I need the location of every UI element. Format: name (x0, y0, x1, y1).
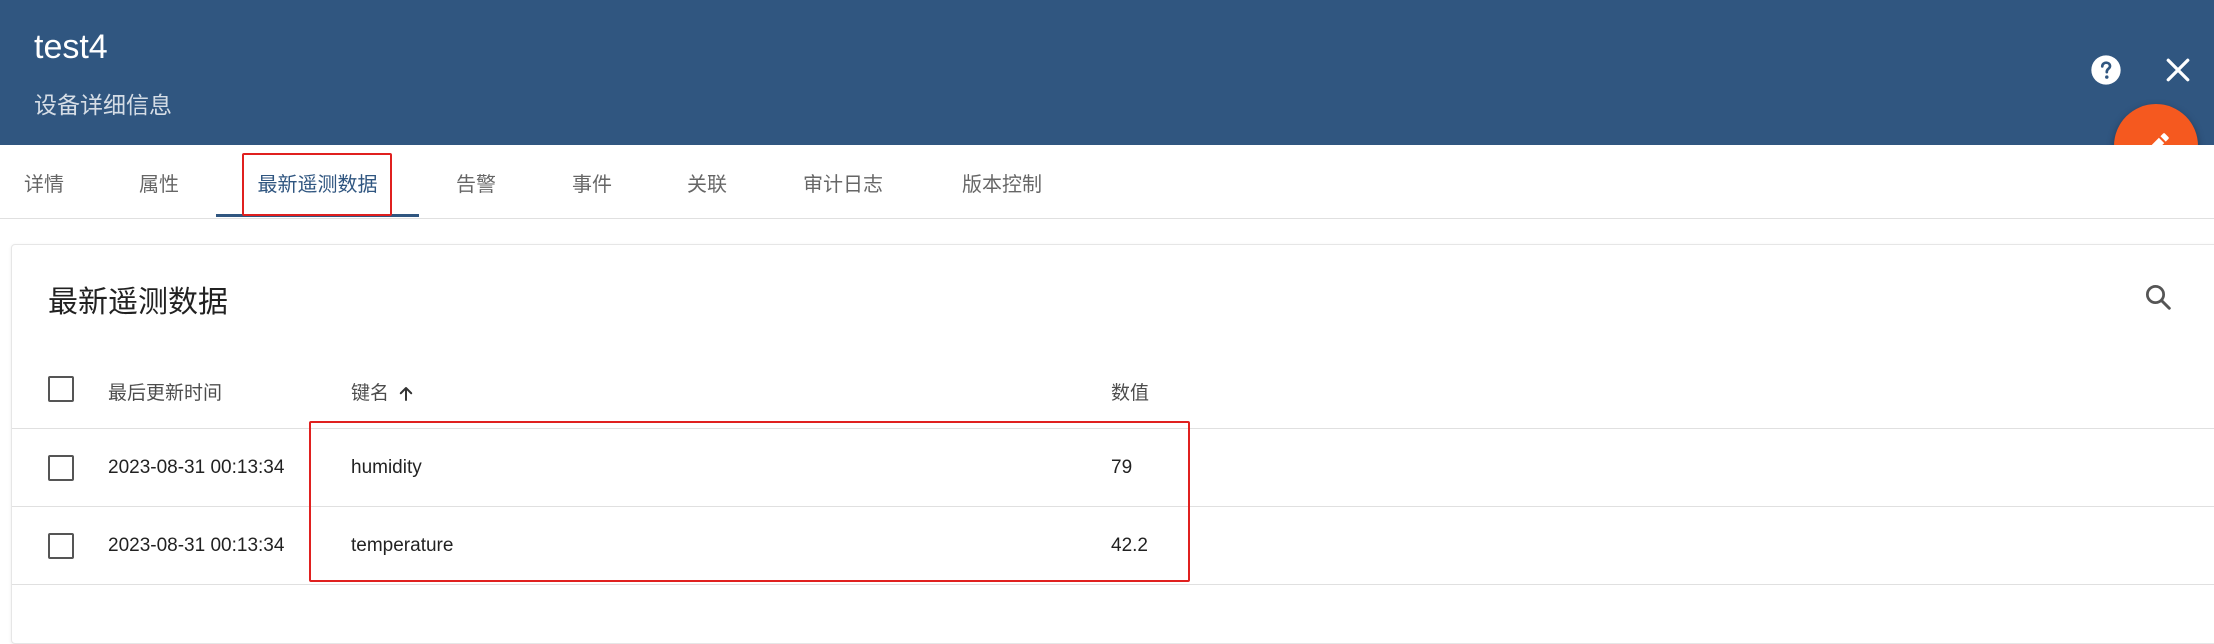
tab-attributes[interactable]: 属性 (109, 145, 209, 219)
device-subtitle: 设备详细信息 (34, 92, 172, 118)
telemetry-card: 最新遥测数据 最后更新时间 键名 数值 2023-08-31 00:13:34 … (11, 244, 2214, 644)
close-icon (2166, 58, 2190, 82)
tab-bar: 详情 属性 最新遥测数据 告警 事件 关联 审计日志 版本控制 (0, 145, 2214, 219)
tab-version-control[interactable]: 版本控制 (937, 145, 1067, 219)
help-circle-icon (2091, 55, 2121, 85)
device-title: test4 (34, 28, 108, 66)
table-header-row: 最后更新时间 键名 数值 (12, 349, 2214, 429)
row-key: humidity (351, 457, 422, 478)
select-all-checkbox[interactable] (48, 376, 74, 402)
help-button[interactable] (2086, 50, 2126, 90)
arrow-up-icon (399, 387, 413, 401)
tab-audit-logs[interactable]: 审计日志 (778, 145, 908, 219)
tab-details[interactable]: 详情 (0, 145, 88, 219)
column-header-key-label: 键名 (351, 383, 390, 404)
active-tab-indicator (216, 214, 419, 217)
row-checkbox[interactable] (48, 455, 74, 481)
row-checkbox[interactable] (48, 533, 74, 559)
tab-events[interactable]: 事件 (542, 145, 642, 219)
close-button[interactable] (2158, 50, 2198, 90)
search-button[interactable] (2136, 275, 2180, 319)
table-row[interactable]: 2023-08-31 00:13:34 humidity 79 (12, 429, 2214, 507)
tab-relations[interactable]: 关联 (657, 145, 757, 219)
table-row[interactable]: 2023-08-31 00:13:34 temperature 42.2 (12, 507, 2214, 585)
column-header-value[interactable]: 数值 (1111, 378, 1149, 405)
row-value: 79 (1111, 457, 1133, 478)
row-value: 42.2 (1111, 535, 1148, 556)
card-title: 最新遥测数据 (48, 286, 228, 319)
column-header-last-update[interactable]: 最后更新时间 (108, 378, 222, 405)
details-header: test4 设备详细信息 (0, 0, 2214, 145)
row-key: temperature (351, 535, 454, 556)
row-last-update: 2023-08-31 00:13:34 (108, 535, 285, 556)
column-header-key[interactable]: 键名 (351, 378, 415, 405)
search-icon (2146, 285, 2171, 310)
row-last-update: 2023-08-31 00:13:34 (108, 457, 285, 478)
tab-latest-telemetry[interactable]: 最新遥测数据 (216, 145, 419, 219)
tab-alarms[interactable]: 告警 (426, 145, 526, 219)
